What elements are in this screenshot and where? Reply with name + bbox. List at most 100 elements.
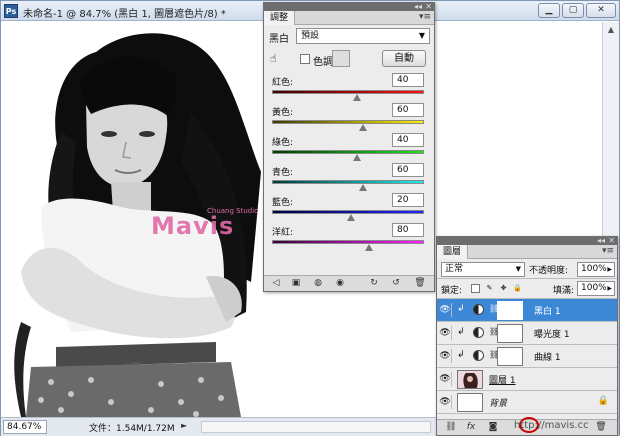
layer-style-icon[interactable]: fx bbox=[465, 422, 477, 433]
panel-close-icon[interactable]: ✕ bbox=[425, 2, 432, 11]
eye-icon[interactable]: 👁 bbox=[439, 349, 452, 363]
chevron-right-icon: ▶ bbox=[607, 285, 612, 292]
panel-close-icon[interactable]: ✕ bbox=[608, 236, 615, 245]
opacity-field[interactable]: 100% ▶ bbox=[577, 262, 615, 277]
lock-position-icon[interactable]: ✥ bbox=[499, 284, 508, 293]
adjustment-type-label: 黑白 bbox=[269, 34, 289, 45]
slider-row-blue: 藍色: 20 bbox=[264, 193, 434, 223]
add-mask-icon[interactable]: ◙ bbox=[487, 422, 499, 433]
delete-icon[interactable]: 🗑 bbox=[414, 278, 426, 289]
status-menu-arrow-icon[interactable]: ► bbox=[181, 421, 187, 430]
scroll-up-icon[interactable]: ▲ bbox=[603, 22, 619, 37]
layer-mask-thumbnail[interactable] bbox=[497, 347, 523, 366]
tint-checkbox[interactable] bbox=[300, 54, 310, 64]
slider-label: 洋紅: bbox=[272, 228, 294, 238]
layer-row-curves[interactable]: 👁 ↲ ⛓ 曲線 1 bbox=[437, 345, 617, 368]
collapse-icon[interactable]: ◂◂ bbox=[597, 236, 605, 245]
blend-mode-dropdown[interactable]: 正常 ▼ bbox=[441, 262, 525, 277]
layer-thumbnail[interactable] bbox=[457, 370, 483, 389]
slider-track[interactable] bbox=[272, 180, 424, 184]
minimize-icon[interactable]: ▁ bbox=[538, 3, 560, 18]
panel-grip[interactable]: ◂◂ ✕ bbox=[264, 2, 434, 11]
slider-value-input[interactable]: 40 bbox=[392, 73, 424, 87]
adjustments-footer: ◁ ▣ ◍ ◉ ↻ ↺ 🗑 bbox=[264, 275, 434, 291]
auto-button[interactable]: 自動 bbox=[382, 50, 426, 67]
maximize-icon[interactable]: ▢ bbox=[562, 3, 584, 18]
layer-row-exposure[interactable]: 👁 ↲ ⛓ 曝光度 1 bbox=[437, 322, 617, 345]
fill-label: 填滿: bbox=[553, 286, 575, 296]
clip-arrow-icon: ↲ bbox=[457, 304, 465, 314]
blend-mode-value: 正常 bbox=[445, 264, 464, 274]
slider-thumb[interactable] bbox=[353, 154, 362, 161]
eye-icon[interactable]: 👁 bbox=[439, 372, 452, 386]
tint-color-swatch[interactable] bbox=[332, 50, 350, 67]
targeted-adjustment-hand-icon[interactable]: ☝ bbox=[270, 52, 284, 66]
slider-value-input[interactable]: 40 bbox=[392, 133, 424, 147]
clip-arrow-icon: ↲ bbox=[457, 327, 465, 337]
tab-layers[interactable]: 圖層 bbox=[437, 245, 469, 259]
layer-thumbnail[interactable] bbox=[457, 393, 483, 412]
link-layers-icon[interactable]: ⛓ bbox=[445, 422, 457, 433]
lock-image-brush-icon[interactable]: ✎ bbox=[485, 284, 494, 293]
lock-all-icon[interactable]: 🔒 bbox=[513, 284, 522, 293]
layer-name[interactable]: 曲線 1 bbox=[534, 350, 561, 363]
slider-row-red: 紅色: 40 bbox=[264, 73, 434, 103]
slider-value-input[interactable]: 60 bbox=[392, 163, 424, 177]
slider-row-yellow: 黃色: 60 bbox=[264, 103, 434, 133]
collapse-icon[interactable]: ◂◂ bbox=[414, 2, 422, 11]
horizontal-scrollbar[interactable] bbox=[201, 421, 431, 433]
slider-label: 綠色: bbox=[272, 138, 294, 148]
slider-track[interactable] bbox=[272, 150, 424, 154]
layer-row-layer1[interactable]: 👁 圖層 1 bbox=[437, 368, 617, 391]
eye-icon[interactable]: 👁 bbox=[439, 395, 452, 409]
slider-label: 紅色: bbox=[272, 78, 294, 88]
slider-value-input[interactable]: 20 bbox=[392, 193, 424, 207]
slider-track[interactable] bbox=[272, 240, 424, 244]
watermark-url: http://mavis.cc bbox=[514, 420, 589, 431]
layer-name[interactable]: 曝光度 1 bbox=[534, 327, 570, 340]
slider-value-input[interactable]: 60 bbox=[392, 103, 424, 117]
back-icon[interactable]: ◁ bbox=[270, 278, 282, 289]
panel-view-icon[interactable]: ▣ bbox=[290, 278, 302, 289]
layer-mask-thumbnail[interactable] bbox=[497, 301, 523, 320]
slider-thumb[interactable] bbox=[347, 214, 356, 221]
preset-value: 預設 bbox=[301, 31, 320, 41]
panel-grip[interactable]: ◂◂ ✕ bbox=[437, 236, 617, 245]
zoom-field[interactable]: 84.67% bbox=[3, 420, 47, 434]
panel-menu-icon[interactable]: ▾≡ bbox=[602, 246, 614, 256]
layer-row-black-white[interactable]: 👁 ↲ ⛓ 黑白 1 bbox=[437, 299, 617, 322]
layer-mask-thumbnail[interactable] bbox=[497, 324, 523, 343]
clip-icon[interactable]: ◍ bbox=[312, 278, 324, 289]
eye-icon[interactable]: 👁 bbox=[439, 326, 452, 340]
previous-state-icon[interactable]: ↻ bbox=[368, 278, 380, 289]
preset-dropdown[interactable]: 預設 ▼ bbox=[296, 28, 430, 44]
layer-name[interactable]: 背景 bbox=[489, 396, 507, 409]
slider-track[interactable] bbox=[272, 90, 424, 94]
chevron-right-icon: ▶ bbox=[607, 266, 612, 273]
slider-thumb[interactable] bbox=[365, 244, 374, 251]
layer-name[interactable]: 黑白 1 bbox=[534, 304, 561, 317]
tab-adjustments[interactable]: 調整 bbox=[264, 11, 296, 25]
fill-value: 100% bbox=[581, 283, 607, 293]
close-icon[interactable]: ✕ bbox=[586, 3, 616, 18]
slider-thumb[interactable] bbox=[353, 94, 362, 101]
color-slider-list: 紅色: 40 黃色: 60 綠色: 40 青色: 60 藍色: 20 洋紅: 8… bbox=[264, 73, 434, 253]
delete-layer-icon[interactable]: 🗑 bbox=[595, 422, 607, 433]
reset-icon[interactable]: ↺ bbox=[390, 278, 402, 289]
watermark-logo: Mavis bbox=[151, 212, 235, 240]
layer-row-background[interactable]: 👁 背景 🔒 bbox=[437, 391, 617, 414]
panel-menu-icon[interactable]: ▾≡ bbox=[419, 12, 431, 22]
layer-name[interactable]: 圖層 1 bbox=[489, 373, 516, 386]
chevron-down-icon: ▼ bbox=[515, 265, 521, 273]
slider-thumb[interactable] bbox=[359, 184, 368, 191]
tint-label: 色調 bbox=[313, 57, 333, 68]
adjustment-layer-icon bbox=[473, 350, 484, 361]
eye-icon[interactable]: 👁 bbox=[439, 303, 452, 317]
adjustment-layer-icon bbox=[473, 327, 484, 338]
slider-thumb[interactable] bbox=[359, 124, 368, 131]
slider-track[interactable] bbox=[272, 120, 424, 124]
lock-transparency-icon[interactable] bbox=[471, 284, 480, 293]
slider-value-input[interactable]: 80 bbox=[392, 223, 424, 237]
visibility-icon[interactable]: ◉ bbox=[334, 278, 346, 289]
fill-field[interactable]: 100% ▶ bbox=[577, 281, 615, 296]
